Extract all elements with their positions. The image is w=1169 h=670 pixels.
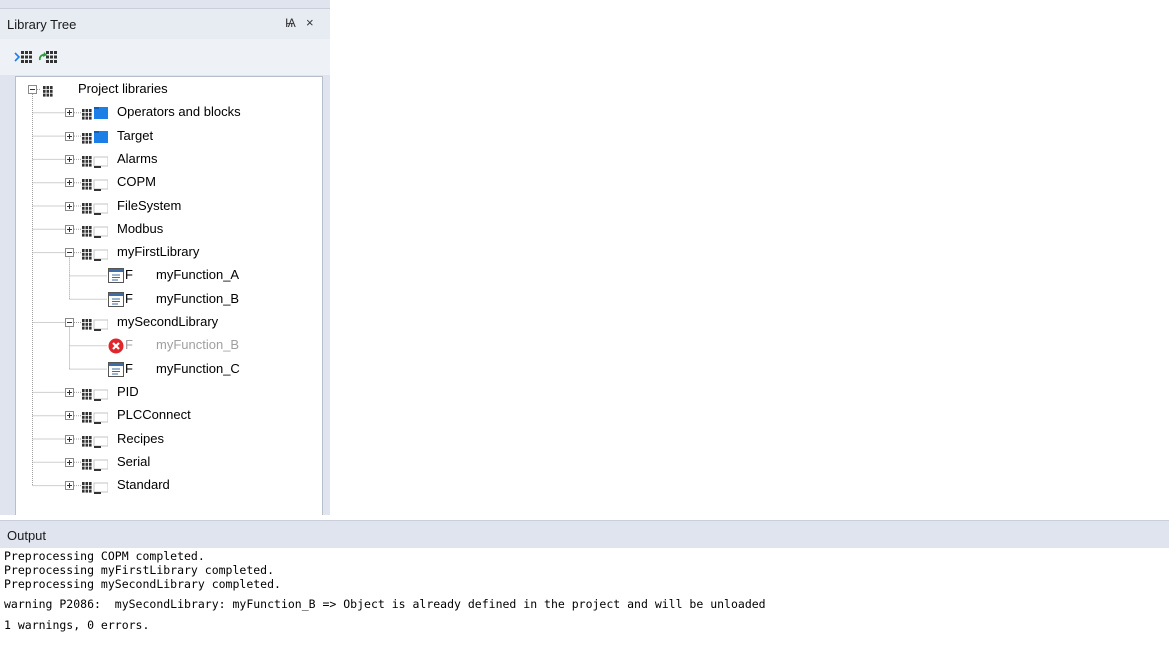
output-title: Output [7, 528, 47, 543]
output-line: Preprocessing myFirstLibrary completed. [4, 563, 275, 577]
refresh-library-icon[interactable] [38, 48, 58, 66]
library-icon [82, 198, 109, 215]
tree-expander-9[interactable] [65, 411, 74, 421]
library-icon [82, 407, 109, 425]
library-blue-icon [82, 128, 108, 145]
tree-item-library[interactable]: mySecondLibrary [117, 314, 218, 329]
tree-item-library[interactable]: Standard [117, 477, 170, 492]
tree-item-library[interactable]: PID [117, 384, 139, 399]
library-tree[interactable]: Project libraries Operators and blocks Tar… [15, 76, 323, 515]
library-icon [82, 431, 109, 448]
library-icon [82, 221, 109, 238]
function-block-icon [108, 291, 124, 307]
tree-item-function[interactable]: myFunction_B [156, 291, 239, 306]
import-library-icon[interactable] [14, 48, 34, 66]
library-icon [82, 174, 109, 192]
output-summary-line: 1 warnings, 0 errors. [4, 618, 150, 632]
tree-item-library[interactable]: Recipes [117, 431, 164, 446]
function-kind-marker: F [125, 290, 133, 306]
output-line: Preprocessing COPM completed. [4, 549, 205, 563]
tree-expander-2[interactable] [65, 154, 74, 164]
tree-expander-1[interactable] [65, 131, 74, 141]
tree-item-library[interactable]: Alarms [117, 151, 157, 166]
tree-item-function[interactable]: myFunction_B [156, 337, 239, 352]
tree-expander-8[interactable] [65, 387, 74, 397]
tree-item-library[interactable]: myFirstLibrary [117, 244, 199, 259]
library-tree-toolbar [0, 39, 330, 75]
library-icon [82, 314, 109, 331]
library-icon [82, 384, 109, 401]
tree-item-library[interactable]: PLCConnect [117, 407, 191, 422]
tree-item-library[interactable]: COPM [117, 174, 156, 189]
tree-expander-5[interactable] [65, 224, 74, 234]
tree-item-library[interactable]: Modbus [117, 221, 163, 236]
pin-icon[interactable]: Ѩ [285, 16, 296, 30]
tree-expander-10[interactable] [65, 434, 74, 444]
library-icon [82, 454, 109, 471]
library-root-icon [43, 81, 69, 98]
tree-item-library[interactable]: Target [117, 128, 153, 143]
library-tree-panel: Library Tree Ѩ × Project libraries Operat… [0, 0, 330, 515]
tree-expander-3[interactable] [65, 178, 74, 188]
function-block-icon [108, 268, 124, 284]
output-console[interactable]: Preprocessing COPM completed. Preprocessi… [0, 548, 1169, 670]
tree-item-function[interactable]: myFunction_A [156, 267, 239, 282]
function-kind-marker: F [125, 337, 133, 353]
tree-expander-0[interactable] [65, 108, 74, 118]
tree-item-function[interactable]: myFunction_C [156, 361, 240, 376]
tree-expander-7[interactable] [65, 318, 74, 327]
library-blue-icon [82, 104, 108, 121]
tree-item-library[interactable]: FileSystem [117, 198, 181, 213]
library-icon [82, 244, 109, 262]
function-kind-marker: F [125, 360, 133, 376]
output-titlebar: Output [0, 520, 1169, 548]
tree-expander-project-libraries[interactable] [28, 85, 37, 94]
output-line: Preprocessing mySecondLibrary completed. [4, 577, 281, 591]
tree-item-library[interactable]: Operators and blocks [117, 104, 241, 119]
function-kind-marker: F [125, 267, 133, 283]
tree-expander-11[interactable] [65, 457, 74, 467]
close-icon[interactable]: × [306, 15, 314, 30]
library-icon [82, 477, 109, 495]
library-tree-title: Library Tree [7, 17, 77, 32]
function-block-icon [108, 361, 124, 377]
tree-expander-4[interactable] [65, 201, 74, 211]
tree-item-library[interactable]: Serial [117, 454, 150, 469]
tree-item-project-libraries[interactable]: Project libraries [78, 81, 168, 96]
tree-expander-12[interactable] [65, 481, 74, 491]
error-icon [108, 338, 124, 354]
tree-expander-6[interactable] [65, 248, 74, 258]
library-tree-titlebar: Library Tree Ѩ × [0, 8, 330, 39]
library-icon [82, 151, 109, 168]
output-warning-line: warning P2086: mySecondLibrary: myFuncti… [4, 597, 766, 611]
